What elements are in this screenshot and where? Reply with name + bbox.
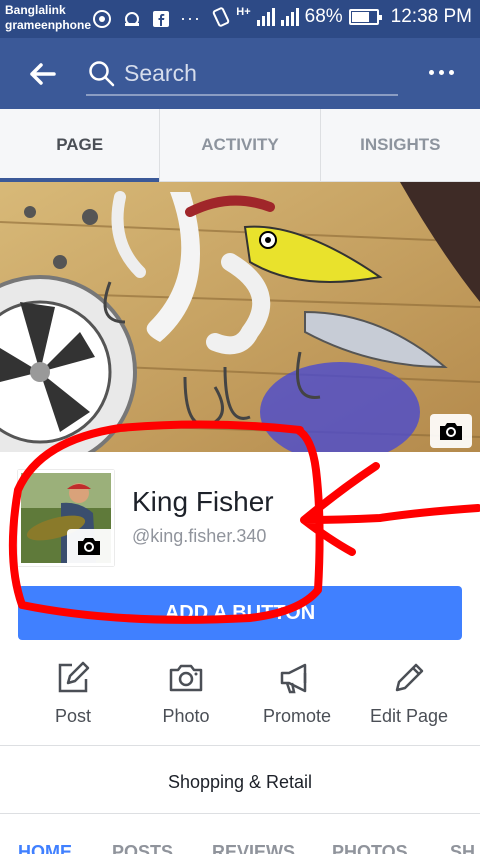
page-category[interactable]: Shopping & Retail [0, 772, 480, 793]
carrier-1: Banglalink [5, 3, 66, 17]
carrier-2: grameenphone [5, 18, 92, 32]
page-name: King Fisher [132, 486, 274, 517]
network-type: H+ [236, 6, 251, 18]
page-section-tabs: HOME POSTS REVIEWS PHOTOS SH [18, 842, 480, 854]
change-cover-button[interactable] [430, 414, 472, 448]
clock: 12:38 PM [390, 6, 472, 27]
tab-activity[interactable]: ACTIVITY [160, 109, 321, 181]
status-right: H+ 68% 12:38 PM [212, 6, 472, 28]
search-icon [89, 61, 115, 87]
vibrate-icon [213, 7, 230, 27]
aperture-icon [93, 9, 111, 28]
battery-icon [348, 9, 382, 25]
add-a-button[interactable]: ADD A BUTTON [18, 586, 462, 640]
signal-icon-2 [280, 8, 299, 26]
divider [0, 813, 480, 814]
carrier-names: Banglalink grameenphone [5, 3, 91, 33]
notification-icons: ··· [92, 8, 201, 29]
more-options-icon[interactable] [429, 70, 454, 75]
post-label: Post [54, 706, 92, 726]
app-header [0, 38, 480, 109]
cover-photo[interactable] [0, 182, 480, 452]
fishing-tackle-image [0, 182, 480, 452]
more-notifications-icon: ··· [180, 8, 201, 28]
facebook-notification-icon [153, 10, 169, 27]
edit-page-action[interactable]: Edit Page [354, 660, 464, 727]
promote-label: Promote [262, 706, 332, 726]
tab-page[interactable]: PAGE [0, 109, 161, 182]
battery-percent: 68% [304, 6, 343, 27]
camera-icon [78, 538, 100, 555]
camera-icon [440, 423, 462, 440]
status-bar: Banglalink grameenphone ··· H+ 68% 12:38… [0, 0, 480, 38]
subtab-home[interactable]: HOME [18, 842, 112, 854]
profile-picture[interactable] [18, 470, 114, 566]
photo-action[interactable]: Photo [131, 660, 241, 727]
subtab-shop[interactable]: SH [450, 842, 480, 854]
page-tabs: PAGE ACTIVITY INSIGHTS [0, 109, 480, 182]
promote-action[interactable]: Promote [242, 660, 352, 727]
page-username: @king.fisher.340 [132, 526, 267, 546]
edit-page-label: Edit Page [369, 706, 449, 726]
subtab-reviews[interactable]: REVIEWS [212, 842, 332, 854]
annotation-arrow [300, 462, 480, 556]
subtab-posts[interactable]: POSTS [112, 842, 212, 854]
signal-icon [256, 8, 275, 26]
post-action[interactable]: Post [18, 660, 128, 727]
page-actions: Post Photo Promote Edit Page [0, 660, 480, 740]
edit-post-icon [58, 661, 90, 693]
divider [0, 745, 480, 746]
sync-icon [125, 11, 139, 26]
back-arrow-icon[interactable] [26, 58, 58, 90]
megaphone-icon [280, 663, 307, 694]
tab-insights[interactable]: INSIGHTS [321, 109, 480, 181]
camera-icon [169, 664, 203, 692]
photo-label: Photo [162, 706, 210, 726]
search-input[interactable] [124, 58, 384, 88]
subtab-photos[interactable]: PHOTOS [332, 842, 450, 854]
change-profile-picture-button[interactable] [67, 529, 111, 563]
pencil-icon [395, 663, 424, 692]
search-bar[interactable] [86, 52, 398, 96]
